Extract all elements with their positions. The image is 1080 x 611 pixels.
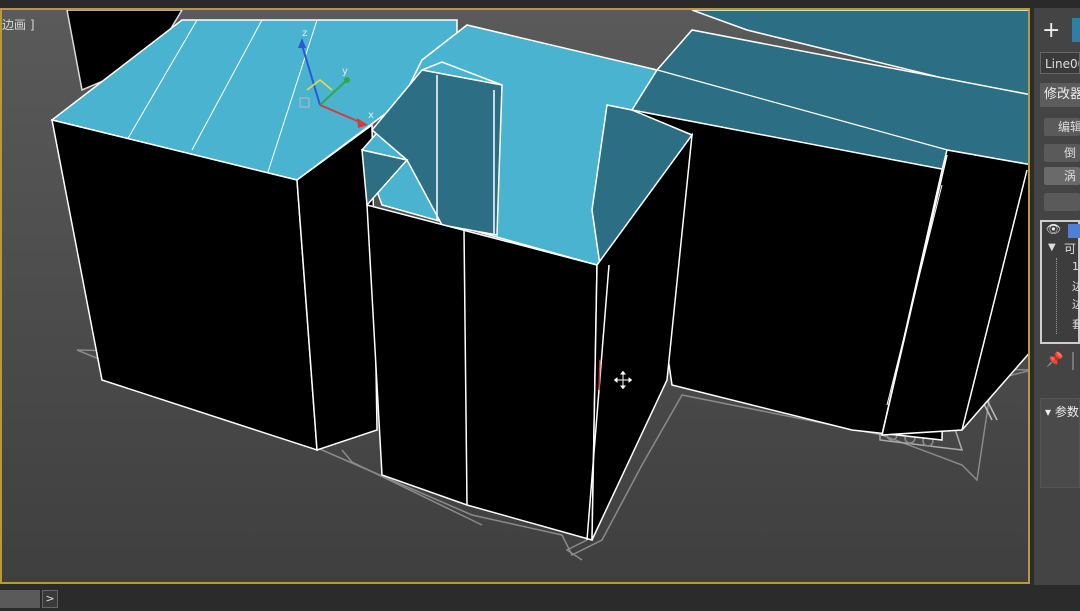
create-tab-icon[interactable]: + [1042, 18, 1060, 43]
time-slider[interactable] [0, 590, 40, 608]
move-cursor-icon [612, 369, 634, 391]
bevel-button[interactable]: 倒 [1044, 144, 1080, 162]
gizmo-label-y: y [342, 66, 348, 77]
stack-subitem-3[interactable]: 边 [1072, 296, 1080, 312]
modifier-list-dropdown[interactable]: 修改器 [1040, 83, 1080, 107]
pin-stack-icon[interactable]: 📌 [1046, 352, 1063, 368]
object-name-field[interactable]: Line00 [1040, 52, 1080, 74]
stack-subitem-4[interactable]: 套 [1072, 316, 1080, 332]
panel-button-4[interactable] [1044, 193, 1080, 211]
gizmo-label-z: z [302, 28, 307, 39]
parameters-rollout[interactable]: ▾ 参数 [1040, 398, 1080, 488]
parameters-title[interactable]: ▾ 参数 [1045, 403, 1079, 420]
gizmo-label-x: x [368, 110, 374, 121]
stack-subitem-2[interactable]: 边 [1072, 278, 1080, 294]
center-building-front-wall [366, 204, 598, 541]
edit-button[interactable]: 编辑 [1044, 118, 1080, 136]
stack-subitem-1[interactable]: 1 [1072, 260, 1079, 273]
top-strip [0, 0, 1080, 8]
viewport-label[interactable]: 边画 ] [2, 16, 35, 33]
eye-icon[interactable]: 👁 [1046, 222, 1061, 236]
scene-3d-render: z y x [50, 10, 1028, 561]
stack-tree-lines [1056, 258, 1057, 334]
modify-tab[interactable] [1072, 18, 1080, 42]
perspective-viewport[interactable]: z y x 边画 ] [0, 8, 1030, 584]
stack-item-label[interactable]: 可 [1064, 240, 1076, 257]
bottom-bar [0, 585, 1080, 611]
turbo-button[interactable]: 涡 [1044, 167, 1080, 185]
stack-selected-item[interactable] [1068, 224, 1080, 238]
modifier-stack[interactable]: 👁 ▼ 可 1 边 边 套 [1040, 220, 1080, 344]
next-frame-button[interactable]: > [42, 590, 58, 608]
toolbar-divider [1072, 352, 1074, 370]
expand-triangle-icon[interactable]: ▼ [1048, 242, 1056, 253]
